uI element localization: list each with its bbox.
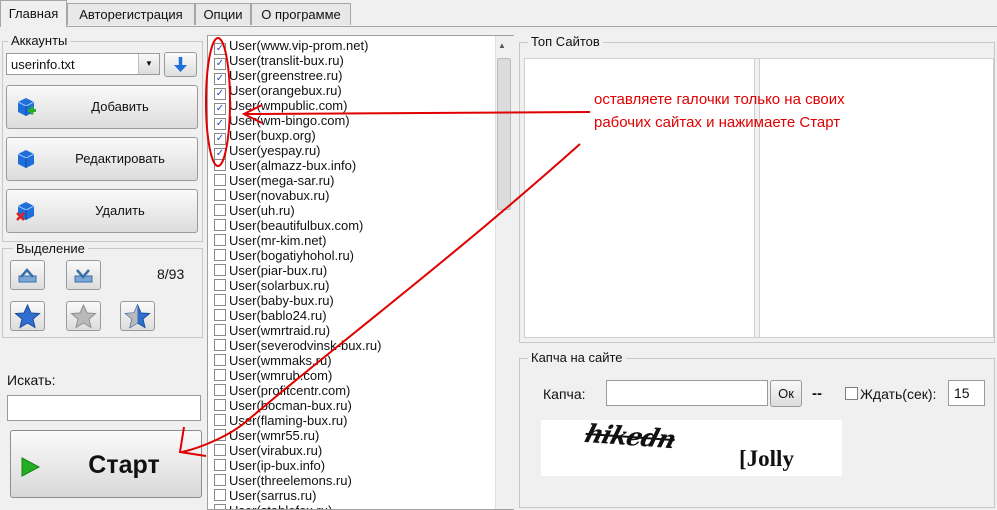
annotation-arrowhead-2 <box>178 426 207 457</box>
annotation-overlay <box>178 37 591 457</box>
annotation-line-2: рабочих сайтах и нажимаете Старт <box>594 114 841 131</box>
annotation-arrow-curve <box>181 143 581 453</box>
annotation-line-1: оставляете галочки только на своих <box>594 91 845 108</box>
annotation-arrow-horizontal <box>244 111 591 115</box>
annotation-circle <box>205 37 231 167</box>
